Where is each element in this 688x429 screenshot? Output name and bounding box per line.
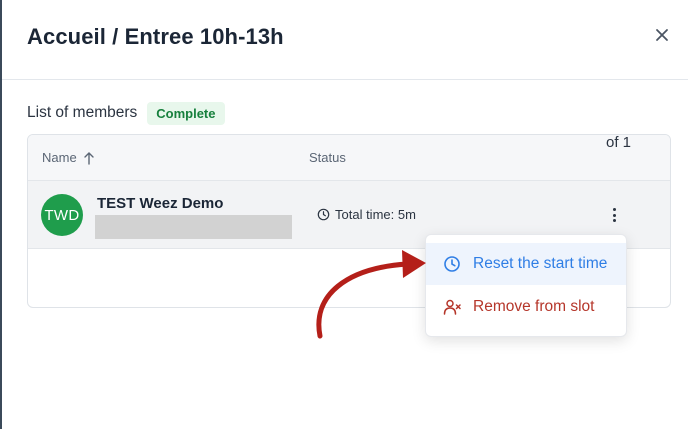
- annotation-arrow: [316, 250, 426, 339]
- table-header: Name Status: [28, 135, 670, 181]
- members-label: List of members: [27, 104, 138, 121]
- user-remove-icon: [443, 299, 461, 315]
- remove-from-slot-label: Remove from slot: [473, 298, 595, 315]
- more-options-icon[interactable]: [608, 205, 620, 225]
- member-name: TEST Weez Demo: [97, 195, 224, 212]
- members-header: List of members Complete: [27, 101, 225, 125]
- sort-ascending-icon[interactable]: [83, 151, 95, 165]
- modal-title: Accueil / Entree 10h-13h: [27, 24, 284, 49]
- remove-from-slot-menu-item[interactable]: Remove from slot: [426, 286, 626, 328]
- modal-header: Accueil / Entree 10h-13h: [2, 0, 688, 80]
- row-actions-menu: Reset the start time Remove from slot: [425, 234, 627, 337]
- reset-start-time-menu-item[interactable]: Reset the start time: [426, 243, 626, 285]
- reset-start-time-label: Reset the start time: [473, 255, 608, 272]
- clock-icon: [317, 208, 330, 221]
- total-time: Total time: 5m: [317, 207, 416, 222]
- modal: Accueil / Entree 10h-13h List of members…: [0, 0, 688, 429]
- close-icon[interactable]: [653, 26, 671, 44]
- status-badge: Complete: [147, 101, 225, 125]
- column-name-label: Name: [42, 150, 77, 165]
- column-status-header: Status: [309, 150, 346, 165]
- pagination-text: of 1: [606, 134, 632, 151]
- column-name-header[interactable]: Name: [42, 150, 95, 165]
- avatar: TWD: [41, 194, 83, 236]
- clock-icon: [444, 256, 460, 272]
- total-time-text: Total time: 5m: [335, 207, 416, 222]
- redacted-email: [95, 215, 292, 239]
